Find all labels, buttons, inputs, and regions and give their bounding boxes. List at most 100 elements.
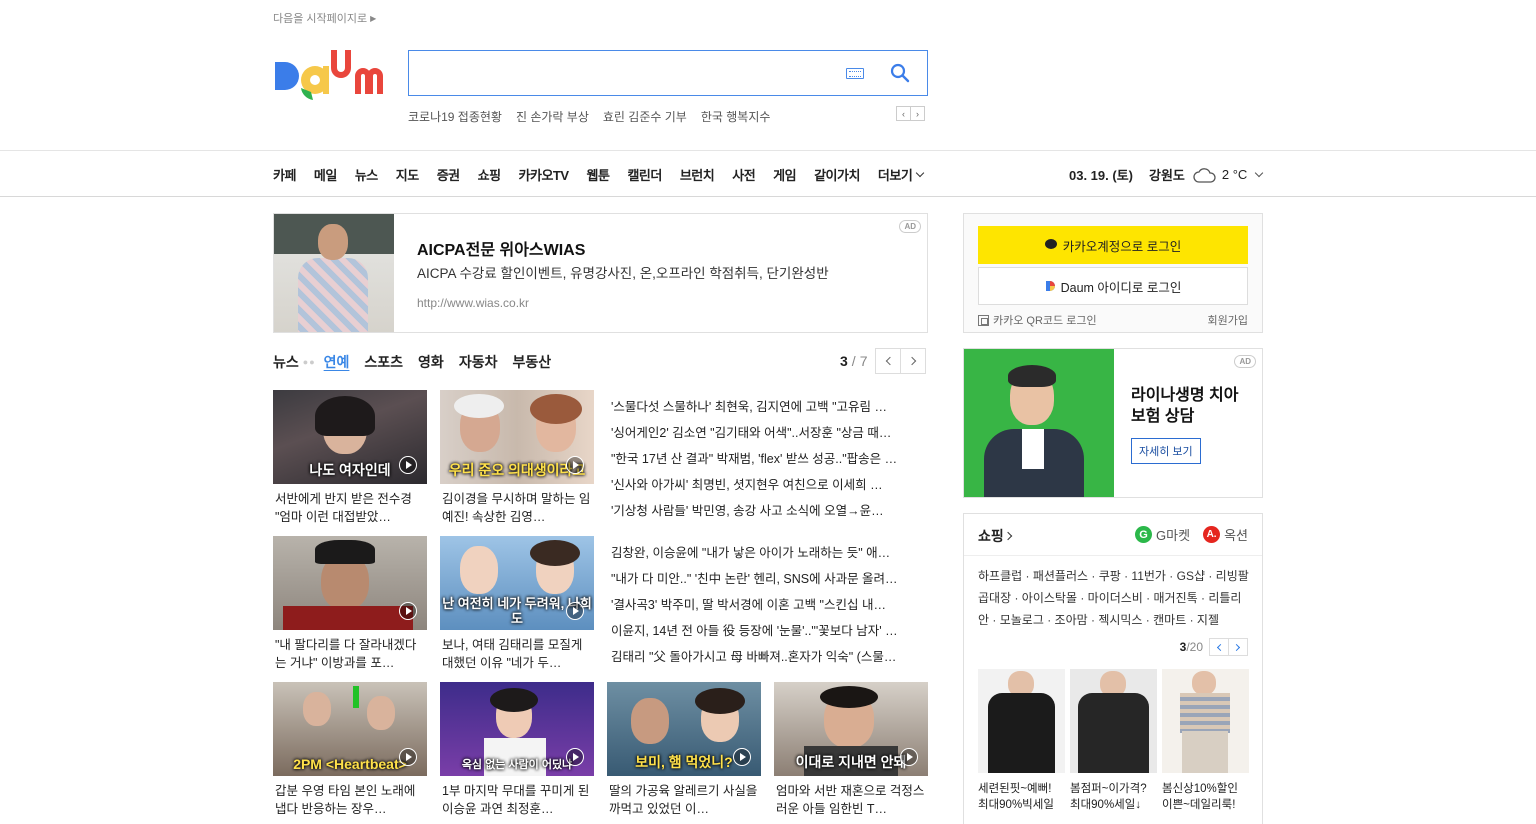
nav-item-news[interactable]: 뉴스 (355, 165, 378, 184)
nav-item-calendar[interactable]: 캘린더 (627, 165, 662, 184)
news-headline[interactable]: "한국 17년 산 결과" 박재범, 'flex' 받쓰 성공.."팝송은 … (611, 448, 929, 474)
product-image (1162, 669, 1249, 773)
news-card[interactable]: 우리 준오 의대생이라고 김이경을 무시하며 말하는 임예진! 속상한 김영… (440, 390, 594, 526)
news-thumbnail: 나도 여자인데 (273, 390, 427, 484)
side-ad-detail-button[interactable]: 자세히 보기 (1131, 438, 1201, 464)
chevron-right-icon (1232, 643, 1241, 651)
play-icon (399, 602, 417, 620)
search-input[interactable] (408, 50, 928, 96)
play-icon (399, 456, 417, 474)
keyword-link[interactable]: 진 손가락 부상 (516, 108, 589, 125)
news-card[interactable]: 2PM <Heartbeat> 갑분 우영 타임 본인 노래에 냅다 반응하는 … (273, 682, 427, 818)
qr-code-icon (978, 314, 989, 326)
nav-item-webtoon[interactable]: 웹툰 (587, 165, 610, 184)
play-icon (733, 748, 751, 766)
news-card-title: 엄마와 서반 재혼으로 걱정스러운 아들 임한빈 T… (776, 784, 925, 816)
set-start-page-link[interactable]: 다음을 시작페이지로 ▶ (273, 10, 376, 26)
news-card[interactable]: 옥심 없는 사람이 어딨냐 1부 마지막 무대를 꾸미게 된 이승윤 과연 최정… (440, 682, 594, 818)
kakao-login-button[interactable]: 카카오계정으로 로그인 (978, 226, 1248, 264)
news-card[interactable]: 나도 여자인데 서반에게 반지 받은 전수경 "엄마 이런 대접받았… (273, 390, 427, 526)
next-page-button[interactable] (900, 348, 927, 374)
ad-image (274, 214, 394, 332)
shopping-links[interactable]: 하프클럽 · 패션플러스 · 쿠팡 · 11번가 · GS샵 · 리빙팔곱대장 … (978, 565, 1250, 631)
next-keyword-button[interactable]: › (910, 106, 925, 121)
prev-page-button[interactable] (1209, 638, 1229, 656)
news-card-title: "내 팔다리를 다 잘라내겠다는 거냐" 이방과를 포… (275, 638, 417, 670)
news-card[interactable]: 난 여전히 네가 두려워, 나희도 보나, 여태 김태리를 모질게 대했던 이유… (440, 536, 594, 672)
news-headline[interactable]: '싱어게인2' 김소연 "김기태와 어색"..서장훈 "상금 때… (611, 422, 929, 448)
keyword-link[interactable]: 효린 김준수 기부 (603, 108, 687, 125)
signup-link[interactable]: 회원가입 (1208, 312, 1248, 328)
nav-item-kakaotv[interactable]: 카카오TV (519, 165, 570, 184)
product-line2: 이쁜~데일리룩! (1162, 799, 1236, 811)
product-line2: 최대90%빅세일 (978, 799, 1054, 811)
shopping-title[interactable]: 쇼핑 (978, 526, 1014, 546)
play-icon (566, 602, 584, 620)
ad-badge: AD (899, 220, 921, 233)
news-card[interactable]: 이대로 지내면 안돼 엄마와 서반 재혼으로 걱정스러운 아들 임한빈 T… (774, 682, 928, 818)
ad-description: AICPA 수강료 할인이벤트, 유명강사진, 온,오프라인 학점취득, 단기완… (417, 266, 829, 281)
chevron-left-icon (885, 356, 895, 366)
shopping-item[interactable]: 세련된핏~예뻐! 최대90%빅세일 (978, 669, 1065, 813)
tab-realestate[interactable]: 부동산 (512, 352, 551, 372)
nav-item-game[interactable]: 게임 (773, 165, 796, 184)
keyword-link[interactable]: 한국 행복지수 (701, 108, 771, 125)
product-line2: 최대90%세일↓ (1070, 799, 1142, 811)
news-headline[interactable]: "내가 다 미안.." '친中 논란' 헨리, SNS에 사과문 올려… (611, 568, 929, 594)
news-headline[interactable]: 김태리 "父 돌아가시고 母 바빠져..혼자가 익숙" (스물… (611, 646, 929, 672)
next-page-button[interactable] (1228, 638, 1248, 656)
nav-item-shopping[interactable]: 쇼핑 (478, 165, 501, 184)
divider (964, 555, 1262, 556)
keyboard-icon[interactable] (846, 68, 864, 79)
nav-more-button[interactable]: 더보기 (878, 165, 925, 184)
chevron-down-icon (916, 168, 925, 177)
news-thumbnail: 옥심 없는 사람이 어딨냐 (440, 682, 594, 776)
nav-item-stock[interactable]: 증권 (437, 165, 460, 184)
side-ad-title[interactable]: 라이나생명 치아보험 상담 (1131, 385, 1241, 427)
nav-item-brunch[interactable]: 브런치 (680, 165, 715, 184)
trending-keywords: 코로나19 접종현황 진 손가락 부상 효린 김준수 기부 한국 행복지수 (408, 108, 784, 125)
prev-keyword-button[interactable]: ‹ (896, 106, 911, 121)
tab-movie[interactable]: 영화 (418, 352, 444, 372)
nav-item-map[interactable]: 지도 (396, 165, 419, 184)
news-card-title: 1부 마지막 무대를 꾸미게 된 이승윤 과연 최정훈… (442, 784, 590, 816)
news-headline[interactable]: '스물다섯 스물하나' 최현욱, 김지연에 고백 "고유림 … (611, 396, 929, 422)
ad-title[interactable]: AICPA전문 위아스WIAS (417, 236, 585, 260)
search-icon[interactable] (890, 63, 910, 83)
gmarket-link[interactable]: G마켓 (1156, 525, 1190, 544)
current-page: 3 (840, 353, 848, 369)
play-icon (566, 456, 584, 474)
news-headline[interactable]: '신사와 아가씨' 최명빈, 셧지현우 여친으로 이세희 … (611, 474, 929, 500)
news-headline[interactable]: 이윤지, 14년 전 아들 役 등장에 '눈물'.."'꽃보다 남자' … (611, 620, 929, 646)
qr-login-link[interactable]: 카카오 QR코드 로그인 (978, 312, 1097, 328)
ad-banner[interactable]: AICPA전문 위아스WIAS AICPA 수강료 할인이벤트, 유명강사진, … (273, 213, 928, 333)
keyword-link[interactable]: 코로나19 접종현황 (408, 108, 502, 125)
tab-entertainment[interactable]: 연예 (324, 352, 350, 372)
shopping-item[interactable]: 봄점퍼~이가격? 최대90%세일↓ (1070, 669, 1157, 813)
nav-item-cafe[interactable]: 카페 (273, 165, 296, 184)
news-headline[interactable]: '결사곡3' 박주미, 딸 박서경에 이혼 고백 "스킨십 내… (611, 594, 929, 620)
nav-item-together[interactable]: 같이가치 (814, 165, 860, 184)
tab-news[interactable]: 뉴스 (273, 352, 299, 372)
tab-car[interactable]: 자동차 (459, 352, 498, 372)
news-thumbnail (273, 536, 427, 630)
nav-item-dictionary[interactable]: 사전 (732, 165, 755, 184)
auction-link[interactable]: 옥션 (1224, 525, 1248, 544)
news-headline[interactable]: 김창완, 이승윤에 "내가 낳은 아이가 노래하는 듯" 애… (611, 542, 929, 568)
prev-page-button[interactable] (875, 348, 902, 374)
daum-logo[interactable] (273, 48, 389, 100)
news-card[interactable]: "내 팔다리를 다 잘라내겠다는 거냐" 이방과를 포… (273, 536, 427, 672)
news-headline[interactable]: '기상청 사람들' 박민영, 송강 사고 소식에 오열→윤… (611, 500, 929, 526)
shopping-item[interactable]: 봄신상10%할인 이쁜~데일리룩! (1162, 669, 1249, 813)
weather-widget[interactable]: 03. 19. (토) 강원도 2 °C (1069, 165, 1264, 184)
side-ad[interactable]: 라이나생명 치아보험 상담 자세히 보기 AD (963, 348, 1263, 498)
tab-sports[interactable]: 스포츠 (364, 352, 403, 372)
news-tabs: 뉴스 ●● 연예 스포츠 영화 자동차 부동산 (273, 352, 566, 372)
daum-login-button[interactable]: Daum 아이디로 로그인 (978, 267, 1248, 305)
nav-item-mail[interactable]: 메일 (314, 165, 337, 184)
news-card[interactable]: 보미, 햄 먹었니? 딸의 가공육 알레르기 사실을 까먹고 있었던 이… (607, 682, 761, 818)
chevron-right-icon (907, 356, 917, 366)
total-pages: /20 (1186, 640, 1203, 654)
ad-url[interactable]: http://www.wias.co.kr (417, 296, 529, 310)
chevron-down-icon (1255, 168, 1264, 177)
